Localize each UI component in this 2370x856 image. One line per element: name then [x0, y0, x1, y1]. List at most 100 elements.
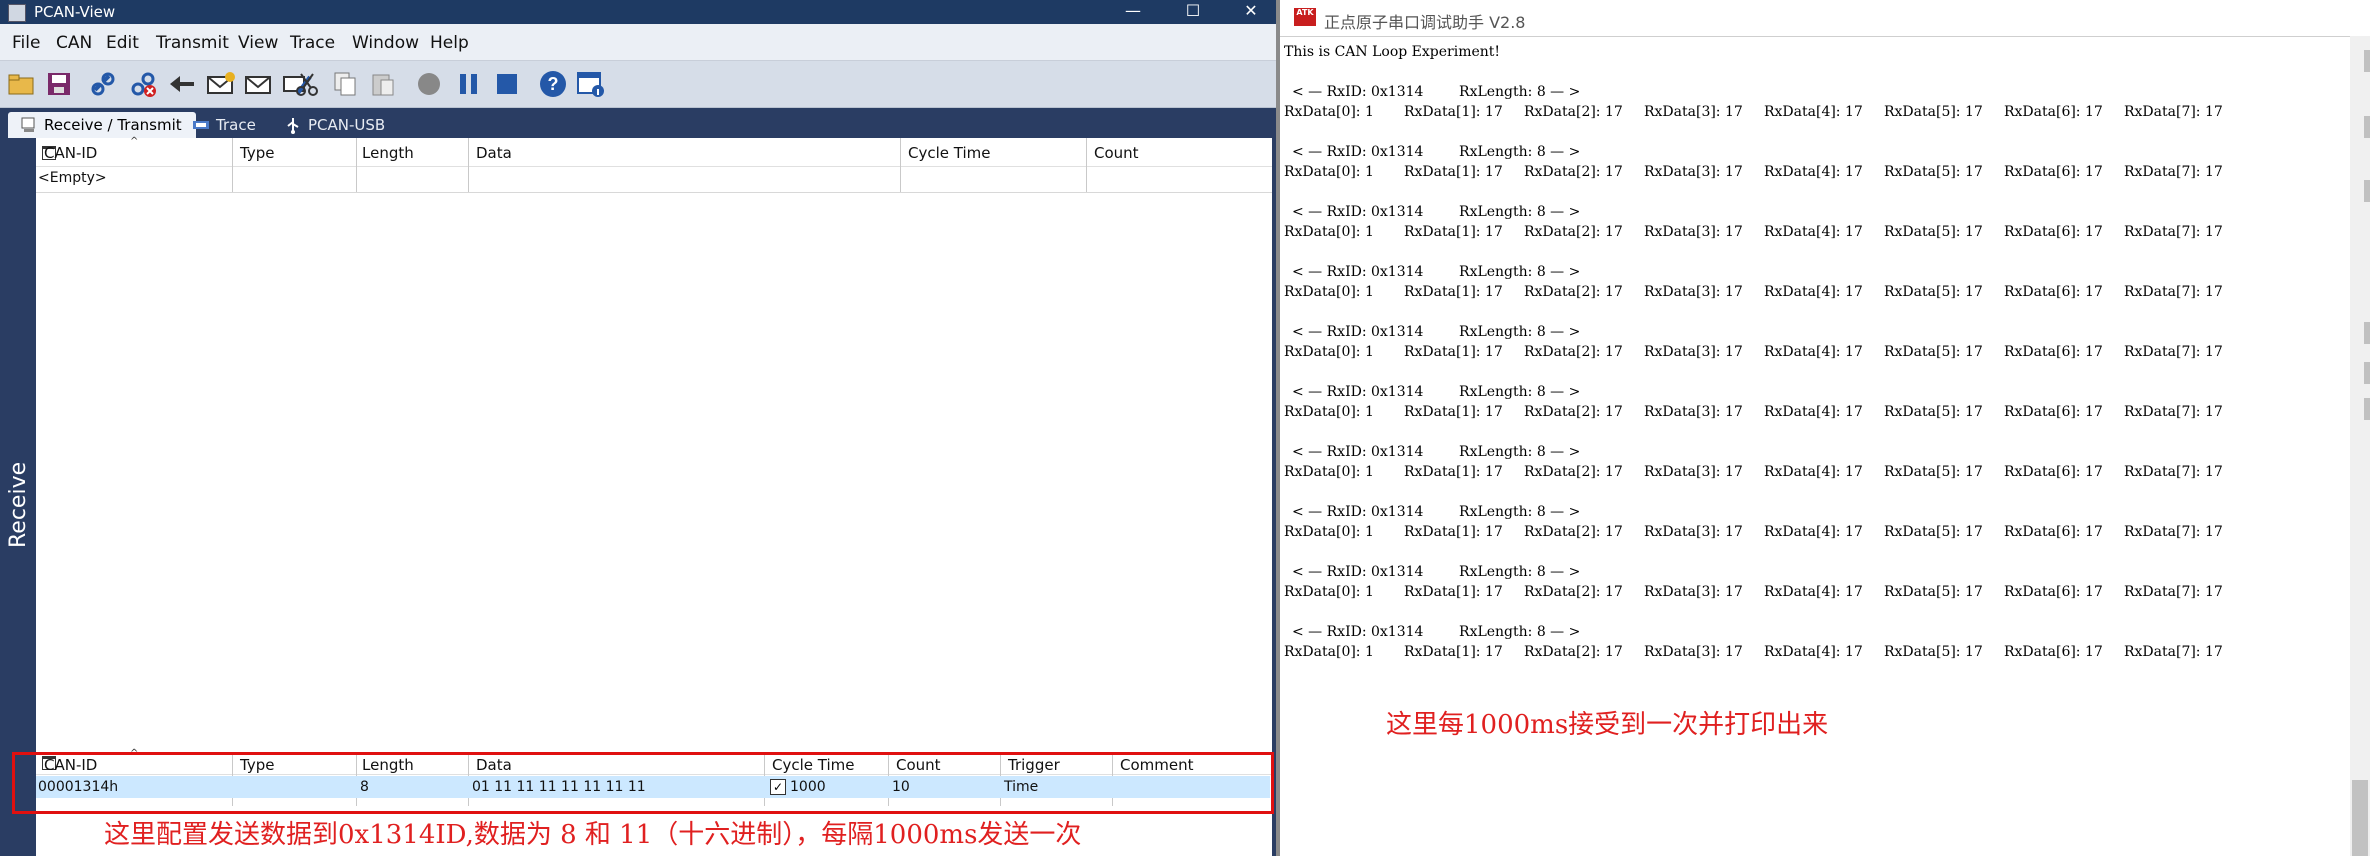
rx-data-item: RxData[2]: 17: [1524, 644, 1623, 660]
col-header-cycle-time[interactable]: Cycle Time: [908, 144, 990, 162]
disconnect-icon[interactable]: [128, 69, 158, 99]
rx-data-item: RxData[6]: 17: [2004, 224, 2103, 240]
menu-file[interactable]: File: [12, 33, 40, 53]
vertical-scrollbar[interactable]: [2350, 36, 2370, 856]
col-header-type[interactable]: Type: [240, 144, 274, 162]
tab-receive-transmit[interactable]: Receive / Transmit: [8, 112, 196, 138]
rx-header-line: < — RxID: 0x1314 RxLength: 8 — >: [1292, 564, 1581, 580]
column-divider[interactable]: [468, 138, 469, 192]
rx-header-line: < — RxID: 0x1314 RxLength: 8 — >: [1292, 504, 1581, 520]
rx-data-item: RxData[3]: 17: [1644, 104, 1743, 120]
rx-block: < — RxID: 0x1314 RxLength: 8 — > RxData[0…: [1284, 84, 2344, 124]
rx-data-item: RxData[5]: 17: [1884, 644, 1983, 660]
minimize-button[interactable]: —: [1110, 0, 1156, 24]
rx-data-line: RxData[0]: 1 RxData[1]: 17 RxData[2]: 17 Rx…: [1284, 644, 2344, 664]
menu-trace[interactable]: Trace: [290, 33, 335, 53]
rx-data-line: RxData[0]: 1 RxData[1]: 17 RxData[2]: 17 Rx…: [1284, 584, 2344, 604]
menu-can[interactable]: CAN: [56, 33, 92, 53]
rx-block: < — RxID: 0x1314 RxLength: 8 — > RxData[0…: [1284, 444, 2344, 484]
col-header-count[interactable]: Count: [1094, 144, 1139, 162]
rx-data-item: RxData[5]: 17: [1884, 464, 1983, 480]
scissors-icon[interactable]: [292, 69, 322, 99]
rx-data-item: RxData[1]: 17: [1404, 524, 1503, 540]
edge-marker: [2364, 398, 2370, 420]
message-icon[interactable]: [244, 69, 274, 99]
rx-data-item: RxData[4]: 17: [1764, 644, 1863, 660]
pcan-titlebar: PCAN-View — ☐ ✕: [0, 0, 1276, 24]
rx-data-item: RxData[3]: 17: [1644, 464, 1743, 480]
receive-annotation: 这里每1000ms接受到一次并打印出来: [1386, 710, 1829, 740]
column-divider[interactable]: [900, 138, 901, 192]
rx-data-item: RxData[0]: 1: [1284, 344, 1374, 360]
rx-data-item: RxData[3]: 17: [1644, 344, 1743, 360]
rx-data-item: RxData[2]: 17: [1524, 584, 1623, 600]
receive-grid[interactable]: ^ CAN-ID Type Length Data Cycle Time Cou…: [36, 136, 1272, 746]
menu-transmit[interactable]: Transmit: [156, 33, 229, 53]
new-message-icon[interactable]: [206, 69, 236, 99]
menu-edit[interactable]: Edit: [106, 33, 139, 53]
column-divider[interactable]: [356, 138, 357, 192]
rx-data-line: RxData[0]: 1 RxData[1]: 17 RxData[2]: 17 Rx…: [1284, 284, 2344, 304]
rx-data-line: RxData[0]: 1 RxData[1]: 17 RxData[2]: 17 Rx…: [1284, 524, 2344, 544]
rx-data-item: RxData[2]: 17: [1524, 224, 1623, 240]
rx-data-item: RxData[0]: 1: [1284, 644, 1374, 660]
rx-data-item: RxData[3]: 17: [1644, 164, 1743, 180]
rx-data-item: RxData[7]: 17: [2124, 344, 2223, 360]
rx-block: < — RxID: 0x1314 RxLength: 8 — > RxData[0…: [1284, 264, 2344, 304]
trace-icon: [193, 121, 209, 129]
menu-bar: File CAN Edit Transmit View Trace Window…: [0, 24, 1276, 61]
paste-icon[interactable]: [368, 69, 398, 99]
receive-side-strip: Receive: [0, 138, 36, 856]
tab-pcan-usb[interactable]: PCAN-USB: [272, 112, 399, 138]
menu-window[interactable]: Window: [352, 33, 419, 53]
close-button[interactable]: ✕: [1228, 0, 1274, 24]
maximize-button[interactable]: ☐: [1170, 0, 1216, 24]
receive-log[interactable]: This is CAN Loop Experiment! < — RxID: 0…: [1284, 40, 2344, 680]
connect-icon[interactable]: [88, 69, 118, 99]
info-window-icon[interactable]: [576, 69, 606, 99]
rx-data-item: RxData[3]: 17: [1644, 644, 1743, 660]
scrollbar-thumb[interactable]: [2352, 780, 2368, 856]
edge-marker: [2364, 50, 2370, 72]
col-header-length[interactable]: Length: [362, 144, 414, 162]
receive-side-label: Receive: [6, 461, 31, 548]
transmit-annotation: 这里配置发送数据到0x1314ID,数据为 8 和 11（十六进制），每隔100…: [104, 820, 1082, 850]
rx-data-item: RxData[7]: 17: [2124, 644, 2223, 660]
serial-titlebar: ATK 正点原子串口调试助手 V2.8: [1280, 0, 2370, 37]
rx-data-item: RxData[5]: 17: [1884, 224, 1983, 240]
col-header-data[interactable]: Data: [476, 144, 512, 162]
sort-caret-icon: ^: [130, 136, 139, 147]
edge-marker: [2364, 322, 2370, 344]
save-icon[interactable]: [44, 69, 74, 99]
rx-header-line: < — RxID: 0x1314 RxLength: 8 — >: [1292, 204, 1581, 220]
rx-data-item: RxData[2]: 17: [1524, 464, 1623, 480]
rx-header-line: < — RxID: 0x1314 RxLength: 8 — >: [1292, 84, 1581, 100]
stop-icon[interactable]: [492, 69, 522, 99]
edge-marker: [2364, 116, 2370, 138]
record-icon[interactable]: [414, 69, 444, 99]
rx-data-item: RxData[5]: 17: [1884, 344, 1983, 360]
menu-view[interactable]: View: [238, 33, 278, 53]
rx-data-item: RxData[0]: 1: [1284, 224, 1374, 240]
col-header-can-id[interactable]: CAN-ID: [44, 144, 97, 162]
rx-block: < — RxID: 0x1314 RxLength: 8 — > RxData[0…: [1284, 324, 2344, 364]
rx-data-item: RxData[0]: 1: [1284, 164, 1374, 180]
rx-data-item: RxData[3]: 17: [1644, 524, 1743, 540]
copy-icon[interactable]: [330, 69, 360, 99]
toolbar: ?: [0, 61, 1276, 108]
rx-data-item: RxData[1]: 17: [1404, 224, 1503, 240]
help-icon[interactable]: ?: [538, 69, 568, 99]
reset-icon[interactable]: [166, 69, 196, 99]
column-divider[interactable]: [232, 138, 233, 192]
grid-bottom-rule: [36, 192, 1272, 193]
tab-trace[interactable]: Trace: [180, 112, 270, 138]
open-folder-icon[interactable]: [6, 69, 36, 99]
rx-block: < — RxID: 0x1314 RxLength: 8 — > RxData[0…: [1284, 204, 2344, 244]
rx-data-item: RxData[0]: 1: [1284, 584, 1374, 600]
pause-icon[interactable]: [454, 69, 484, 99]
rx-data-item: RxData[4]: 17: [1764, 404, 1863, 420]
highlight-box: [12, 752, 1274, 814]
column-divider[interactable]: [1086, 138, 1087, 192]
tab-label: Receive / Transmit: [44, 116, 182, 134]
menu-help[interactable]: Help: [430, 33, 469, 53]
